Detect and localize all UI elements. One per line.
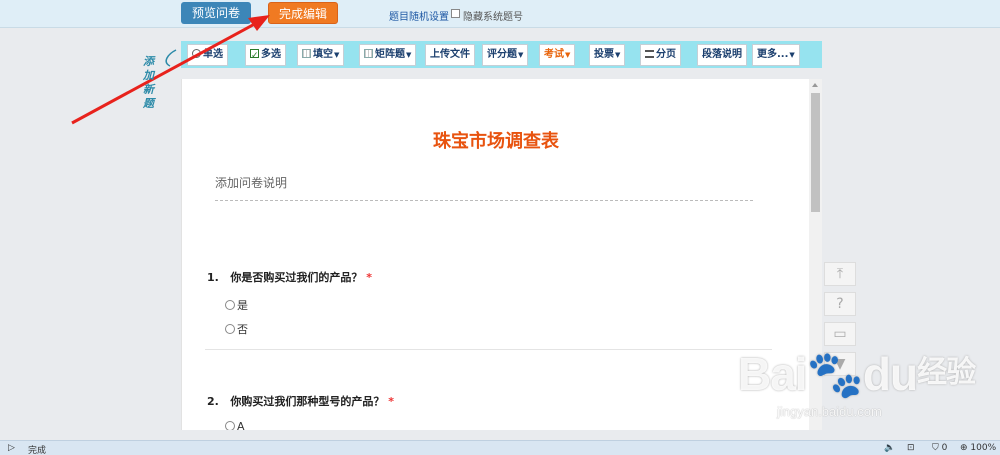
fill-label: 填空 [313, 49, 333, 60]
paragraph-label: 段落说明 [702, 49, 742, 60]
top-bar: 预览问卷 完成编辑 题目随机设置 隐藏系统题号 [0, 0, 1000, 28]
status-bar: ▷ 完成 🔈 ⊡ ⛉ 0 ⊕ 100% [0, 440, 1000, 455]
zoom-level: 100% [970, 443, 997, 453]
chevron-down-icon: ▼ [565, 51, 571, 59]
chevron-down-icon: ▼ [406, 51, 412, 59]
radio-icon [225, 324, 235, 334]
add-page-break-button[interactable]: 分页 [640, 44, 681, 66]
radio-icon [225, 421, 235, 430]
add-fill-blank-button[interactable]: 填空▼ [297, 44, 345, 66]
shield-icon[interactable]: ⛉ 0 [932, 443, 947, 453]
radio-icon [225, 300, 235, 310]
question-number: 1. [207, 271, 219, 284]
hide-numbers-checkbox[interactable] [451, 9, 460, 18]
lock-icon[interactable]: ⊡ [907, 443, 915, 453]
add-exam-button[interactable]: 考试▼ [539, 44, 576, 66]
option-label: A [237, 420, 245, 430]
baidu-watermark-logo: Bai🐾du经验 [738, 348, 976, 400]
preview-survey-button[interactable]: 预览问卷 [181, 2, 251, 24]
shield-count: 0 [941, 443, 948, 453]
scrollbar-thumb[interactable] [811, 93, 820, 212]
question-title[interactable]: 2. 你购买过我们那种型号的产品？ * [207, 393, 394, 409]
add-single-choice-button[interactable]: 单选 [187, 44, 228, 66]
question-option[interactable]: 是 [225, 297, 248, 313]
add-vote-button[interactable]: 投票▼ [589, 44, 626, 66]
vote-label: 投票 [594, 49, 614, 60]
hide-numbers-label: 隐藏系统题号 [463, 12, 523, 23]
chevron-down-icon: ▼ [518, 51, 524, 59]
text-field-icon [302, 49, 311, 58]
option-label: 否 [237, 323, 248, 336]
matrix-icon [364, 49, 373, 58]
random-order-settings-link[interactable]: 题目随机设置 [389, 8, 449, 23]
chevron-down-icon: ▼ [789, 51, 795, 59]
question-title[interactable]: 1. 你是否购买过我们的产品？ * [207, 269, 372, 285]
matrix-label: 矩阵题 [375, 49, 405, 60]
add-paragraph-button[interactable]: 段落说明 [697, 44, 747, 66]
status-text: 完成 [28, 446, 47, 455]
upload-label: 上传文件 [430, 49, 470, 60]
question-option[interactable]: 否 [225, 321, 248, 337]
more-types-button[interactable]: 更多...▼ [752, 44, 800, 66]
description-divider [215, 200, 753, 201]
multi-label: 多选 [261, 49, 281, 60]
rating-label: 评分题 [487, 49, 517, 60]
annotation-bracket [165, 49, 177, 67]
page-label: 分页 [656, 49, 676, 60]
checkbox-icon [250, 46, 259, 66]
finish-editing-button[interactable]: 完成编辑 [268, 2, 338, 24]
page-status-icon: ▷ [8, 443, 15, 453]
zoom-control[interactable]: ⊕ 100% [960, 443, 996, 453]
page-break-icon [645, 50, 654, 58]
more-label: 更多... [757, 49, 789, 60]
option-label: 是 [237, 299, 248, 312]
required-marker: * [366, 271, 372, 284]
required-marker: * [388, 395, 394, 408]
scroll-up-icon[interactable] [812, 83, 818, 87]
survey-canvas: 珠宝市场调查表 添加问卷说明 1. 你是否购买过我们的产品？ * 是 否 2. … [181, 79, 809, 430]
add-matrix-button[interactable]: 矩阵题▼ [359, 44, 417, 66]
add-upload-file-button[interactable]: 上传文件 [425, 44, 475, 66]
sound-icon[interactable]: 🔈 [884, 443, 895, 453]
chevron-down-icon: ▼ [615, 51, 621, 59]
watermark-url: jingyan.baidu.com [777, 404, 882, 419]
question-text: 你购买过我们那种型号的产品？ [230, 395, 385, 408]
question-divider [205, 349, 772, 350]
exam-label: 考试 [544, 49, 564, 60]
handwritten-note: 添加新题 [143, 55, 154, 110]
add-multi-choice-button[interactable]: 多选 [245, 44, 286, 66]
survey-title[interactable]: 珠宝市场调查表 [182, 127, 809, 153]
back-to-top-icon[interactable]: ⤒ [824, 262, 856, 286]
question-text: 你是否购买过我们的产品？ [230, 271, 363, 284]
question-type-toolbar: 单选 多选 填空▼ 矩阵题▼ 上传文件 评分题▼ 考试▼ 投票▼ 分页 段落说明… [181, 41, 822, 68]
question-option[interactable]: A [225, 420, 245, 430]
chevron-down-icon: ▼ [334, 51, 340, 59]
add-rating-button[interactable]: 评分题▼ [482, 44, 529, 66]
single-label: 单选 [203, 49, 223, 60]
survey-description[interactable]: 添加问卷说明 [215, 174, 287, 191]
help-icon[interactable]: ? [824, 292, 856, 316]
radio-icon [192, 49, 201, 58]
question-number: 2. [207, 395, 219, 408]
feedback-icon[interactable]: ▭ [824, 322, 856, 346]
